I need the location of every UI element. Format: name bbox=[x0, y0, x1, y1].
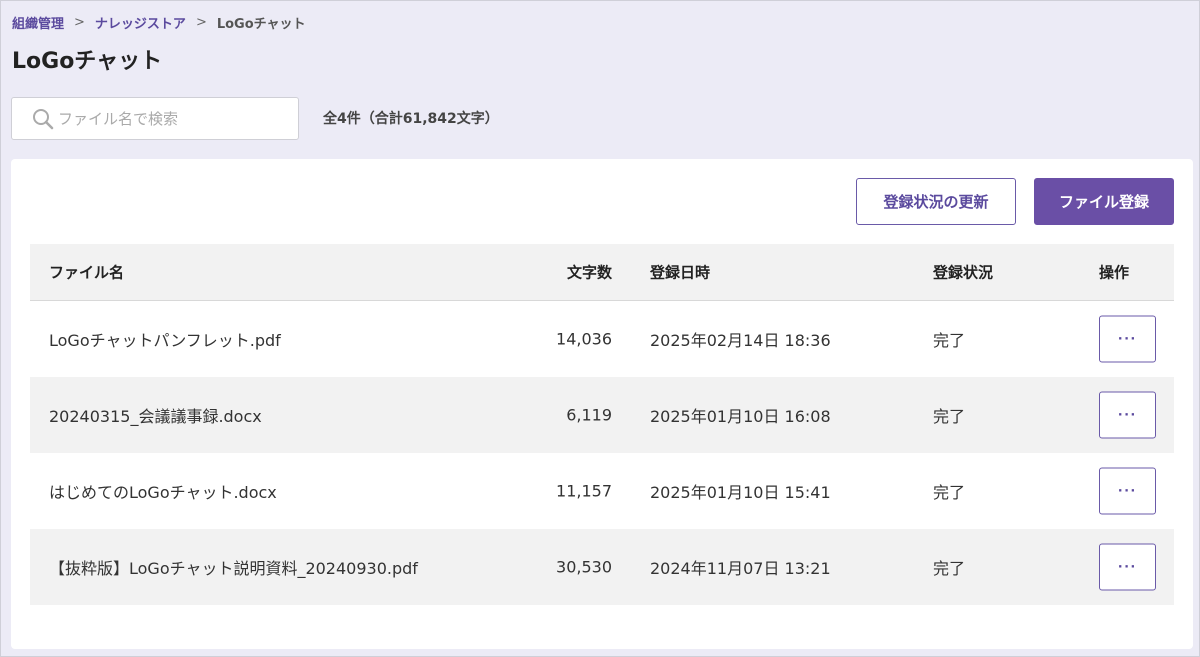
status: 完了 bbox=[933, 331, 966, 350]
page-title: LoGoチャット bbox=[12, 49, 163, 74]
app-frame: 組織管理 > ナレッジストア > LoGoチャット LoGoチャット 全4件（合… bbox=[0, 0, 1200, 657]
header-actions: 操作 bbox=[1099, 263, 1130, 282]
char-count: 11,157 bbox=[556, 481, 612, 501]
status: 完了 bbox=[933, 407, 966, 426]
status: 完了 bbox=[933, 559, 966, 578]
breadcrumb-item-org-admin[interactable]: 組織管理 bbox=[12, 13, 64, 32]
char-count: 14,036 bbox=[556, 329, 612, 349]
breadcrumb: 組織管理 > ナレッジストア > LoGoチャット bbox=[12, 13, 306, 32]
row-actions-button[interactable]: ··· bbox=[1099, 391, 1156, 439]
header-registered-at: 登録日時 bbox=[650, 263, 711, 282]
header-char-count: 文字数 bbox=[566, 263, 612, 282]
registered-at: 2025年01月10日 16:08 bbox=[650, 407, 831, 426]
file-name: LoGoチャットパンフレット.pdf bbox=[49, 331, 281, 350]
search-input[interactable] bbox=[58, 109, 288, 128]
breadcrumb-current: LoGoチャット bbox=[216, 17, 306, 32]
row-actions-button[interactable]: ··· bbox=[1099, 315, 1156, 363]
char-count: 6,119 bbox=[566, 405, 612, 425]
file-table: ファイル名 文字数 登録日時 登録状況 操作 LoGoチャットパンフレット.pd… bbox=[30, 244, 1174, 605]
registered-at: 2024年11月07日 13:21 bbox=[650, 559, 831, 578]
search-icon bbox=[33, 108, 54, 129]
breadcrumb-separator: > bbox=[74, 15, 85, 30]
table-row: 【抜粋版】LoGoチャット説明資料_20240930.pdf 30,530 20… bbox=[30, 529, 1174, 605]
status: 完了 bbox=[933, 483, 966, 502]
search-box[interactable] bbox=[11, 97, 299, 140]
refresh-status-button[interactable]: 登録状況の更新 bbox=[856, 178, 1016, 225]
row-actions-button[interactable]: ··· bbox=[1099, 467, 1156, 515]
registered-at: 2025年01月10日 15:41 bbox=[650, 483, 831, 502]
file-list-panel: 登録状況の更新 ファイル登録 ファイル名 文字数 登録日時 登録状況 操作 Lo… bbox=[11, 159, 1193, 649]
row-actions-button[interactable]: ··· bbox=[1099, 543, 1156, 591]
table-row: 20240315_会議議事録.docx 6,119 2025年01月10日 16… bbox=[30, 377, 1174, 453]
char-count: 30,530 bbox=[556, 557, 612, 577]
file-name: 20240315_会議議事録.docx bbox=[49, 407, 262, 426]
file-name: はじめてのLoGoチャット.docx bbox=[49, 483, 277, 502]
table-row: はじめてのLoGoチャット.docx 11,157 2025年01月10日 15… bbox=[30, 453, 1174, 529]
breadcrumb-item-knowledge-store[interactable]: ナレッジストア bbox=[95, 13, 186, 32]
header-file-name: ファイル名 bbox=[49, 263, 125, 282]
table-header: ファイル名 文字数 登録日時 登録状況 操作 bbox=[30, 244, 1174, 301]
register-file-button[interactable]: ファイル登録 bbox=[1034, 178, 1174, 225]
total-count: 全4件（合計61,842文字） bbox=[323, 111, 499, 127]
registered-at: 2025年02月14日 18:36 bbox=[650, 331, 831, 350]
breadcrumb-separator: > bbox=[195, 15, 207, 30]
file-name: 【抜粋版】LoGoチャット説明資料_20240930.pdf bbox=[49, 559, 418, 578]
header-status: 登録状況 bbox=[933, 263, 994, 282]
table-row: LoGoチャットパンフレット.pdf 14,036 2025年02月14日 18… bbox=[30, 301, 1174, 377]
